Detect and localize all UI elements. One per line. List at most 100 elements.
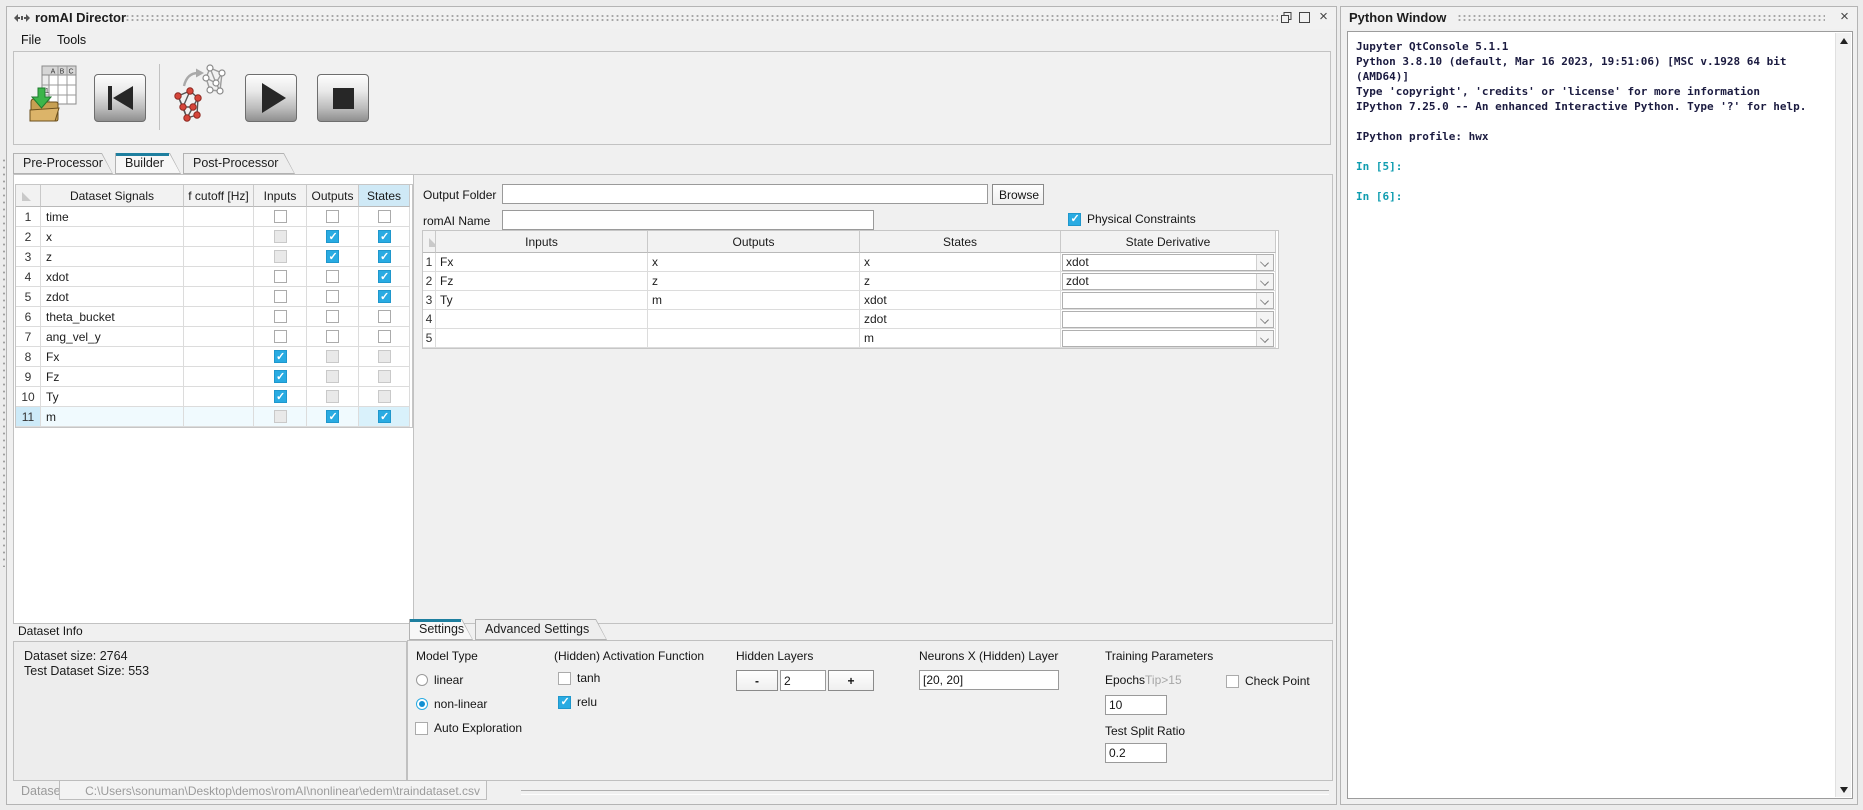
row-number[interactable]: 5 [16,287,41,307]
state-cell[interactable]: z [860,272,1061,291]
output-cell[interactable]: z [648,272,860,291]
states-checkbox[interactable] [378,310,391,323]
state-derivative-cell[interactable] [1061,329,1276,348]
states-checkbox-cell[interactable] [359,367,410,387]
state-derivative-combobox[interactable] [1062,311,1274,328]
row-number[interactable]: 3 [16,247,41,267]
input-cell[interactable]: Fz [436,272,648,291]
signal-name-cell[interactable]: z [41,247,184,267]
states-checkbox-cell[interactable] [359,207,410,227]
romai-network-icon[interactable] [170,60,230,131]
output-cell[interactable]: x [648,253,860,272]
column-header-states[interactable]: States [359,185,410,207]
chevron-down-icon[interactable] [1256,255,1273,270]
hidden-layers-plus-button[interactable]: + [828,670,874,691]
python-console[interactable]: Jupyter QtConsole 5.1.1Python 3.8.10 (de… [1347,31,1853,799]
outputs-checkbox[interactable] [326,270,339,283]
state-cell[interactable]: m [860,329,1061,348]
signal-name-cell[interactable]: Ty [41,387,184,407]
outputs-checkbox[interactable] [326,350,339,363]
python-titlebar[interactable]: Python Window × [1341,7,1857,29]
row-number[interactable]: 10 [16,387,41,407]
column-header[interactable]: Dataset Signals [41,185,184,207]
inputs-checkbox-cell[interactable] [254,327,307,347]
fcutoff-cell[interactable] [184,267,254,287]
outputs-checkbox[interactable] [326,310,339,323]
outputs-checkbox-cell[interactable] [307,227,359,247]
signal-name-cell[interactable]: m [41,407,184,427]
romai-name-input[interactable] [502,210,874,230]
column-header[interactable]: States [860,231,1061,253]
fcutoff-cell[interactable] [184,227,254,247]
fcutoff-cell[interactable] [184,327,254,347]
output-cell[interactable]: m [648,291,860,310]
outputs-checkbox-cell[interactable] [307,387,359,407]
import-dataset-icon[interactable]: A B C 1 [28,64,78,131]
chevron-down-icon[interactable] [1256,312,1273,327]
panel-grip[interactable] [2,157,6,567]
states-checkbox-cell[interactable] [359,227,410,247]
inputs-checkbox[interactable] [274,310,287,323]
column-header[interactable]: Inputs [254,185,307,207]
menu-tools[interactable]: Tools [51,31,92,49]
state-derivative-cell[interactable]: xdot [1061,253,1276,272]
column-header[interactable]: State Derivative [1061,231,1276,253]
relu-checkbox[interactable] [558,696,571,709]
outputs-checkbox-cell[interactable] [307,367,359,387]
states-checkbox-cell[interactable] [359,327,410,347]
stop-button[interactable] [317,74,369,122]
inputs-checkbox[interactable] [274,350,287,363]
row-number[interactable]: 2 [16,227,41,247]
row-number[interactable]: 6 [16,307,41,327]
column-header[interactable]: Outputs [307,185,359,207]
scrollbar[interactable] [1835,33,1851,797]
column-header[interactable]: f cutoff [Hz] [184,185,254,207]
states-checkbox[interactable] [378,210,391,223]
inputs-checkbox-cell[interactable] [254,367,307,387]
outputs-checkbox[interactable] [326,230,339,243]
signal-name-cell[interactable]: xdot [41,267,184,287]
signal-name-cell[interactable]: Fz [41,367,184,387]
select-all-corner[interactable] [423,231,436,253]
state-derivative-cell[interactable] [1061,310,1276,329]
nonlinear-radio[interactable] [416,698,428,710]
inputs-checkbox-cell[interactable] [254,227,307,247]
outputs-checkbox[interactable] [326,410,339,423]
inputs-checkbox-cell[interactable] [254,307,307,327]
browse-button[interactable]: Browse [992,184,1044,205]
row-number[interactable]: 7 [16,327,41,347]
states-checkbox[interactable] [378,370,391,383]
states-checkbox-cell[interactable] [359,287,410,307]
column-header[interactable]: Inputs [436,231,648,253]
signal-name-cell[interactable]: x [41,227,184,247]
physical-constraints-checkbox[interactable] [1068,213,1081,226]
romai-titlebar[interactable]: romAI Director × [7,7,1336,29]
outputs-checkbox-cell[interactable] [307,407,359,427]
inputs-checkbox[interactable] [274,270,287,283]
outputs-checkbox-cell[interactable] [307,307,359,327]
state-cell[interactable]: xdot [860,291,1061,310]
state-derivative-combobox[interactable] [1062,292,1274,309]
inputs-checkbox-cell[interactable] [254,247,307,267]
row-number[interactable]: 4 [16,267,41,287]
states-checkbox[interactable] [378,410,391,423]
neurons-input[interactable] [919,670,1059,690]
states-checkbox[interactable] [378,250,391,263]
output-cell[interactable] [648,329,860,348]
row-number[interactable]: 11 [16,407,41,427]
linear-radio[interactable] [416,674,428,686]
scroll-down-icon[interactable] [1836,782,1851,797]
inputs-checkbox[interactable] [274,210,287,223]
fcutoff-cell[interactable] [184,287,254,307]
epochs-input[interactable] [1105,695,1167,715]
chevron-down-icon[interactable] [1256,293,1273,308]
input-cell[interactable] [436,329,648,348]
outputs-checkbox-cell[interactable] [307,327,359,347]
tab-builder[interactable]: Builder [115,153,181,174]
hidden-layers-input[interactable] [780,670,826,691]
inputs-checkbox-cell[interactable] [254,387,307,407]
output-folder-input[interactable] [502,184,988,204]
inputs-checkbox-cell[interactable] [254,267,307,287]
inputs-checkbox[interactable] [274,230,287,243]
state-derivative-combobox[interactable] [1062,330,1274,347]
